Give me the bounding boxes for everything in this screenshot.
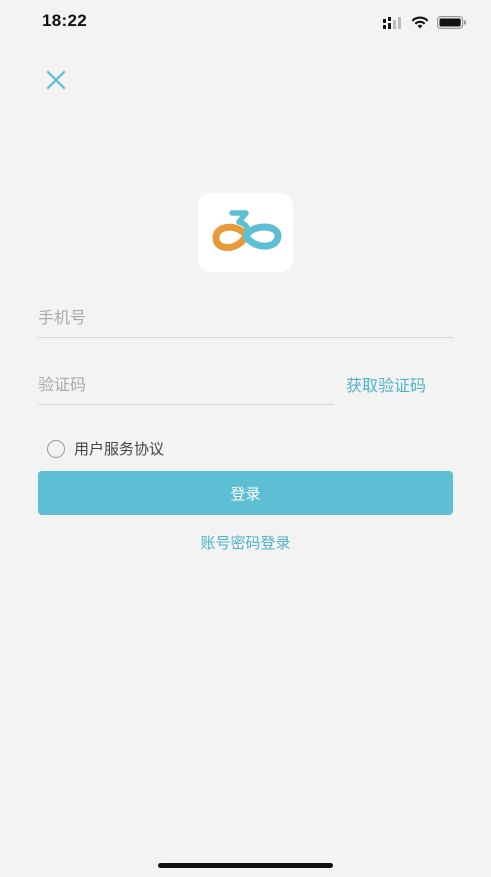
home-indicator (158, 863, 333, 868)
close-button[interactable] (42, 68, 70, 96)
password-login-link[interactable]: 账号密码登录 (0, 532, 491, 553)
app-logo-icon (206, 206, 286, 260)
phone-field (38, 298, 453, 338)
status-bar: 18:22 (0, 0, 491, 46)
agreement-label: 用户服务协议 (74, 440, 165, 458)
battery-icon (437, 14, 467, 33)
login-button-label: 登录 (230, 484, 261, 503)
status-icons (383, 14, 467, 33)
app-logo (198, 193, 293, 272)
wifi-icon (411, 14, 429, 33)
login-button[interactable]: 登录 (38, 471, 453, 515)
verification-code-input[interactable] (38, 365, 334, 404)
agreement-checkbox[interactable]: 用户服务协议 (47, 438, 164, 459)
phone-input[interactable] (38, 298, 453, 337)
status-time: 18:22 (42, 11, 87, 30)
cellular-signal-icon (383, 14, 403, 33)
close-icon (46, 70, 66, 94)
get-code-button[interactable]: 获取验证码 (346, 372, 426, 396)
verification-code-field (38, 365, 334, 405)
radio-icon (47, 439, 65, 458)
